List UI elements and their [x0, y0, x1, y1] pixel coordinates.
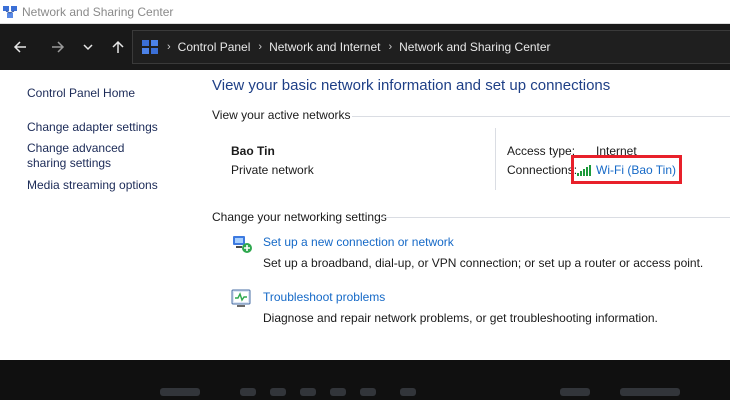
divider: [352, 116, 730, 117]
network-type[interactable]: Private network: [231, 163, 314, 177]
chevron-right-icon: ›: [167, 41, 171, 53]
title-bar: Network and Sharing Center: [0, 0, 730, 24]
wifi-connection-link[interactable]: Wi-Fi (Bao Tin): [596, 163, 676, 177]
connections-label: Connections:: [507, 163, 578, 177]
active-networks-label: View your active networks: [212, 108, 351, 122]
chevron-right-icon: ›: [258, 41, 263, 53]
taskbar-item[interactable]: [240, 388, 256, 396]
breadcrumb-network-internet[interactable]: Network and Internet: [269, 40, 380, 54]
setup-connection-description: Set up a broadband, dial-up, or VPN conn…: [263, 256, 704, 270]
content-area: Control Panel Home Change adapter settin…: [0, 70, 730, 360]
troubleshoot-description: Diagnose and repair network problems, or…: [263, 311, 658, 325]
new-connection-icon: [233, 236, 252, 253]
access-type-label: Access type:: [507, 144, 576, 158]
address-bar[interactable]: › Control Panel › Network and Internet ›…: [132, 30, 730, 64]
setup-connection-link[interactable]: Set up a new connection or network: [263, 235, 454, 249]
taskbar-item[interactable]: [360, 388, 376, 396]
page-title: View your basic network information and …: [212, 77, 611, 94]
wifi-signal-icon: [577, 164, 591, 176]
sidebar-item-adapter-settings[interactable]: Change adapter settings: [27, 120, 197, 135]
taskbar-item[interactable]: [300, 388, 316, 396]
divider: [382, 217, 730, 218]
sidebar-item-media-streaming[interactable]: Media streaming options: [27, 178, 197, 193]
navigation-bar: › Control Panel › Network and Internet ›…: [0, 24, 730, 70]
arrow-left-icon: [13, 41, 26, 53]
taskbar-item[interactable]: [620, 388, 680, 396]
sidebar: Control Panel Home Change adapter settin…: [27, 86, 197, 193]
chevron-right-icon: ›: [388, 41, 393, 53]
network-name: Bao Tin: [231, 144, 275, 158]
breadcrumb-control-panel[interactable]: Control Panel: [178, 40, 251, 54]
troubleshoot-link[interactable]: Troubleshoot problems: [263, 290, 385, 304]
taskbar-item[interactable]: [270, 388, 286, 396]
control-panel-icon: [142, 40, 158, 54]
arrow-up-icon: [112, 40, 124, 53]
troubleshoot-icon: [231, 289, 251, 307]
up-button[interactable]: [103, 32, 133, 62]
sidebar-item-advanced-sharing[interactable]: Change advanced sharing settings: [27, 141, 167, 171]
arrow-right-icon: [52, 41, 65, 53]
breadcrumb-network-sharing-center[interactable]: Network and Sharing Center: [399, 40, 550, 54]
sidebar-item-control-panel-home[interactable]: Control Panel Home: [27, 86, 197, 100]
divider: [495, 128, 496, 190]
chevron-down-icon: [83, 44, 93, 51]
recent-locations-button[interactable]: [73, 32, 103, 62]
window-title: Network and Sharing Center: [22, 4, 174, 19]
taskbar-item[interactable]: [400, 388, 416, 396]
taskbar: [0, 360, 730, 400]
back-button[interactable]: [5, 32, 35, 62]
highlight-box: Wi-Fi (Bao Tin): [571, 155, 682, 184]
network-sharing-icon: [3, 5, 17, 18]
main-panel: View your basic network information and …: [212, 70, 730, 360]
change-settings-label: Change your networking settings: [212, 210, 387, 224]
taskbar-item[interactable]: [160, 388, 200, 396]
forward-button[interactable]: [43, 32, 73, 62]
taskbar-item[interactable]: [330, 388, 346, 396]
taskbar-item[interactable]: [560, 388, 590, 396]
